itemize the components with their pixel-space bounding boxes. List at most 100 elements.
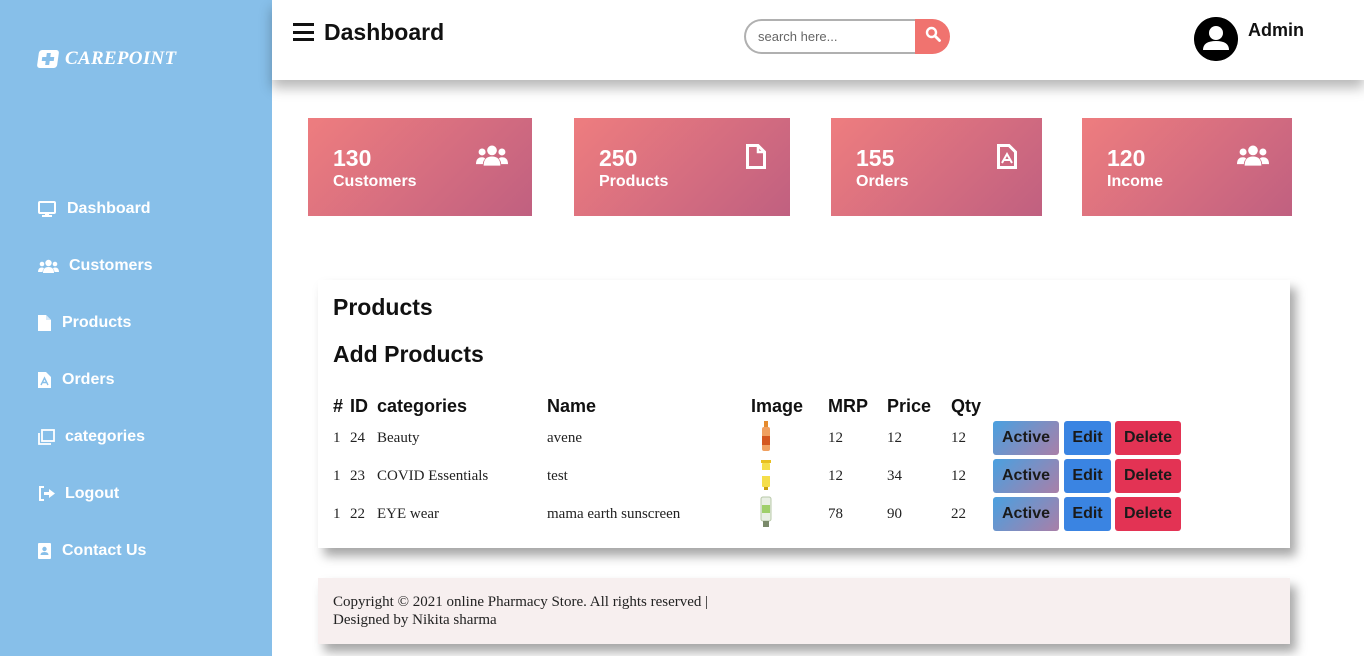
stat-label: Income <box>1107 173 1164 190</box>
clone-icon <box>38 428 57 445</box>
row-number: 1 <box>333 467 341 484</box>
stat-label: Products <box>599 173 669 190</box>
stat-card-products[interactable]: 250 Products <box>574 118 790 216</box>
product-id: 22 <box>350 505 365 522</box>
edit-button[interactable]: Edit <box>1064 421 1111 455</box>
product-image <box>751 419 828 457</box>
monitor-icon <box>38 200 60 217</box>
column-header: MRP <box>828 395 868 416</box>
row-actions: Active Edit Delete <box>993 419 1193 457</box>
product-category: EYE wear <box>377 505 440 522</box>
edit-button[interactable]: Edit <box>1064 497 1111 531</box>
product-price: 12 <box>887 429 902 446</box>
row-actions: Active Edit Delete <box>993 457 1193 495</box>
pdf-file-icon <box>997 144 1017 174</box>
search-button[interactable] <box>915 19 950 54</box>
medical-cross-icon <box>36 50 60 68</box>
active-button[interactable]: Active <box>993 421 1059 455</box>
pdf-file-icon <box>38 371 54 388</box>
stat-value: 155 <box>856 145 895 171</box>
product-name: mama earth sunscreen <box>547 505 681 522</box>
file-icon <box>38 314 54 331</box>
stat-value: 120 <box>1107 145 1146 171</box>
search-bar <box>744 19 950 55</box>
stat-label: Customers <box>333 173 417 190</box>
sidebar-item-label: Orders <box>62 370 115 388</box>
user-name[interactable]: Admin <box>1248 20 1304 41</box>
sidebar-item-customers[interactable]: Customers <box>38 237 153 294</box>
product-category: COVID Essentials <box>377 467 489 484</box>
brand-name: CAREPOINT <box>65 48 177 69</box>
product-name: avene <box>547 429 582 446</box>
row-actions: Active Edit Delete <box>993 495 1193 533</box>
stat-card-income[interactable]: 120 Income <box>1082 118 1292 216</box>
column-header: Qty <box>951 395 982 416</box>
table-header-row: # ID categories Name Image MRP Price Qty <box>333 393 1193 419</box>
edit-button[interactable]: Edit <box>1064 459 1111 493</box>
product-qty: 22 <box>951 505 966 522</box>
product-id: 23 <box>350 467 365 484</box>
page-title: Dashboard <box>324 19 445 45</box>
top-header: Dashboard Admin <box>272 0 1364 80</box>
sidebar-item-orders[interactable]: Orders <box>38 351 153 408</box>
copyright-text: Copyright © 2021 online Pharmacy Store. … <box>333 594 709 610</box>
product-price: 34 <box>887 467 902 484</box>
product-bottle-image <box>762 420 770 451</box>
sidebar-item-contact-us[interactable]: Contact Us <box>38 522 153 579</box>
product-image <box>751 495 828 533</box>
product-qty: 12 <box>951 467 966 484</box>
product-sunscreen-image <box>760 496 772 527</box>
menu-icon[interactable] <box>293 23 314 41</box>
stat-value: 130 <box>333 145 372 171</box>
sidebar-item-categories[interactable]: categories <box>38 408 153 465</box>
sidebar-item-label: Dashboard <box>67 199 151 217</box>
search-icon <box>925 26 941 47</box>
stat-card-customers[interactable]: 130 Customers <box>308 118 532 216</box>
column-header: Name <box>547 395 597 416</box>
product-id: 24 <box>350 429 365 446</box>
table-row: 1 24 Beauty avene 12 12 12 Active Edit Del… <box>333 419 1193 457</box>
sidebar-nav: Dashboard Customers Products Orders cate… <box>38 180 153 579</box>
brand-logo[interactable]: CAREPOINT <box>36 48 177 70</box>
add-products-heading[interactable]: Add Products <box>333 341 484 368</box>
stat-card-orders[interactable]: 155 Orders <box>831 118 1042 216</box>
sidebar-item-logout[interactable]: Logout <box>38 465 153 522</box>
row-number: 1 <box>333 505 341 522</box>
product-mrp: 12 <box>828 429 843 446</box>
search-input[interactable] <box>744 19 919 54</box>
delete-button[interactable]: Delete <box>1115 459 1181 493</box>
file-icon <box>746 144 766 174</box>
column-header: categories <box>377 395 468 416</box>
product-image <box>751 457 828 495</box>
delete-button[interactable]: Delete <box>1115 497 1181 531</box>
products-panel: Products Add Products # ID categories Na… <box>318 280 1290 548</box>
product-price: 90 <box>887 505 902 522</box>
footer: Copyright © 2021 online Pharmacy Store. … <box>318 578 1290 644</box>
section-title: Products <box>333 294 433 320</box>
column-header: Price <box>887 395 932 416</box>
delete-button[interactable]: Delete <box>1115 421 1181 455</box>
product-mrp: 12 <box>828 467 843 484</box>
active-button[interactable]: Active <box>993 497 1059 531</box>
sidebar-item-label: Products <box>62 313 132 331</box>
active-button[interactable]: Active <box>993 459 1059 493</box>
sidebar: CAREPOINT Dashboard Customers Products O… <box>0 0 272 656</box>
row-number: 1 <box>333 429 341 446</box>
user-icon <box>1194 17 1238 61</box>
column-header: # <box>333 395 344 416</box>
users-icon <box>38 259 62 273</box>
product-name: test <box>547 467 568 484</box>
contact-card-icon <box>38 542 54 559</box>
stat-label: Orders <box>856 173 909 190</box>
sidebar-item-label: Logout <box>65 484 120 502</box>
sidebar-item-label: Customers <box>69 256 153 274</box>
product-tube-image <box>761 459 771 490</box>
avatar[interactable] <box>1194 17 1238 61</box>
sidebar-item-dashboard[interactable]: Dashboard <box>38 180 153 237</box>
product-mrp: 78 <box>828 505 843 522</box>
sidebar-item-products[interactable]: Products <box>38 294 153 351</box>
product-qty: 12 <box>951 429 966 446</box>
table-row: 1 23 COVID Essentials test 12 34 12 Acti… <box>333 457 1193 495</box>
sidebar-item-label: Contact Us <box>62 541 147 559</box>
table-row: 1 22 EYE wear mama earth sunscreen 78 90… <box>333 495 1193 533</box>
